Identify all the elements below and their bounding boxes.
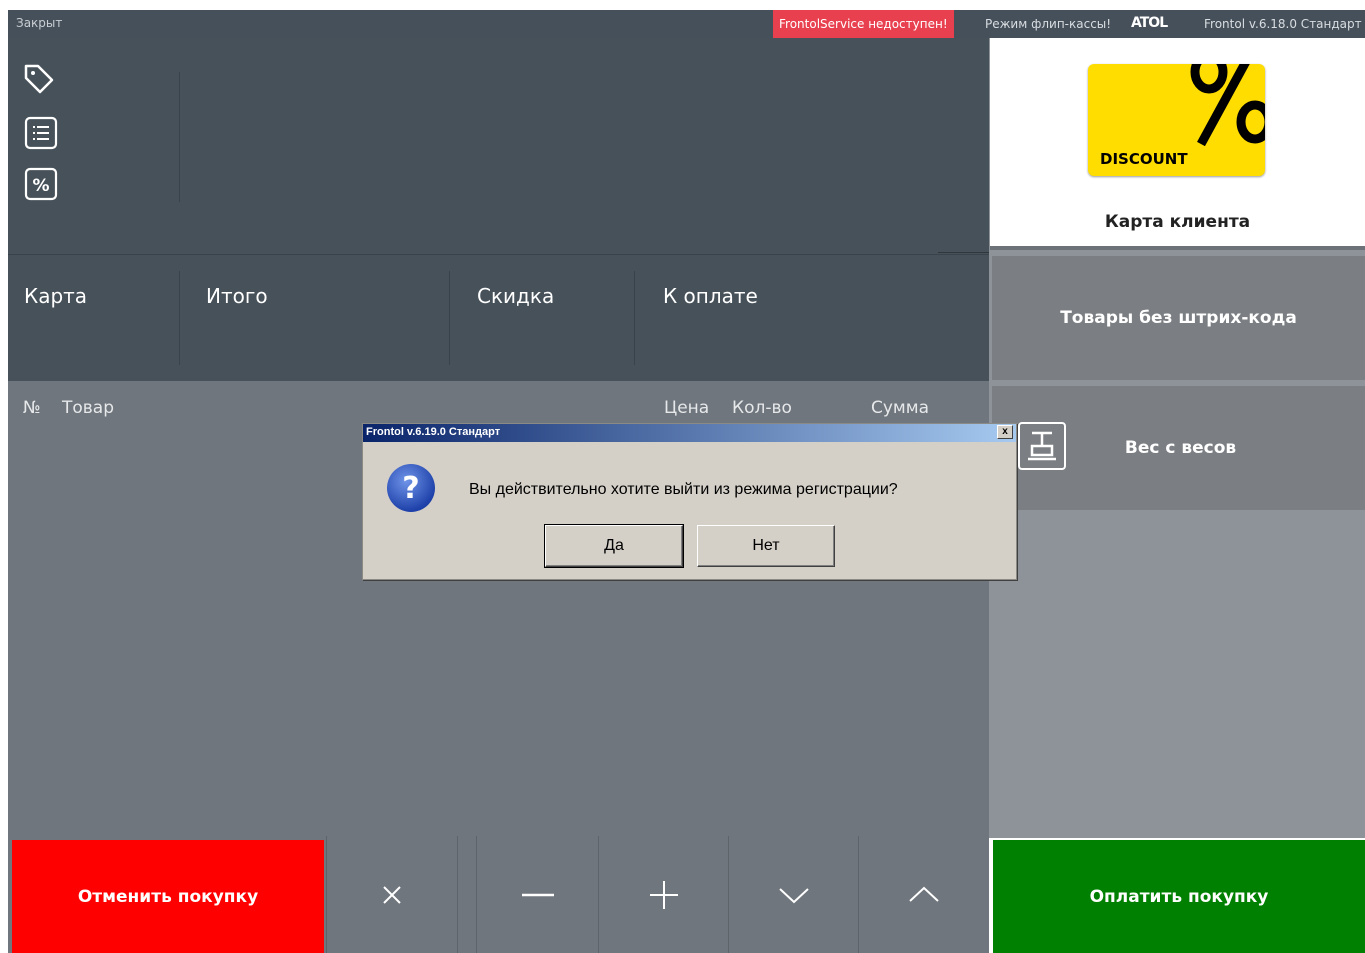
discount-label: Скидка	[477, 284, 555, 308]
app-version: Frontol v.6.18.0 Стандарт	[1204, 17, 1362, 31]
no-barcode-items-label: Товары без штрих-кода	[1060, 308, 1297, 328]
minus-icon	[521, 893, 554, 896]
list-icon[interactable]	[24, 116, 58, 150]
yes-button[interactable]: Да	[544, 524, 684, 568]
delete-icon	[383, 885, 401, 904]
column-price: Цена	[664, 398, 710, 418]
cancel-purchase-label: Отменить покупку	[77, 886, 259, 907]
cancel-purchase-button[interactable]: Отменить покупку	[12, 840, 324, 953]
dialog-title: Frontol v.6.19.0 Стандарт	[366, 426, 501, 438]
totals-row: Карта Итого Скидка К оплате	[8, 254, 989, 381]
divider	[938, 252, 989, 253]
column-qty: Кол-во	[732, 398, 792, 418]
top-status-bar: Закрыт FrontolService недоступен! Режим …	[8, 10, 1365, 38]
flip-mode-label: Режим флип-кассы!	[985, 17, 1112, 31]
no-button[interactable]: Нет	[697, 525, 835, 567]
increase-quantity-button[interactable]	[599, 836, 729, 953]
card-label: Карта	[24, 284, 88, 308]
pay-purchase-button[interactable]: Оплатить покупку	[993, 840, 1365, 953]
question-icon: ?	[385, 462, 437, 519]
discount-card-image: DISCOUNT	[1088, 64, 1265, 176]
to-pay-label: К оплате	[663, 284, 758, 308]
client-card-label: Карта клиента	[1104, 212, 1251, 232]
divider	[179, 271, 180, 365]
divider	[449, 271, 450, 365]
dialog-message: Вы действительно хотите выйти из режима …	[469, 481, 898, 498]
close-icon[interactable]: x	[997, 425, 1013, 439]
tag-icon[interactable]	[22, 62, 56, 96]
percent-icon[interactable]: %	[24, 167, 58, 201]
service-warning-badge: FrontolService недоступен!	[773, 10, 954, 38]
divider	[179, 72, 180, 202]
atol-logo: ATOL	[1131, 15, 1168, 31]
decrease-quantity-button[interactable]	[477, 836, 599, 953]
info-panel: %	[8, 38, 989, 254]
scroll-down-button[interactable]	[729, 836, 859, 953]
pay-purchase-label: Оплатить покупку	[1089, 886, 1269, 907]
confirm-exit-dialog: Frontol v.6.19.0 Стандарт x ? Вы действи…	[362, 423, 1017, 580]
column-product: Товар	[62, 398, 115, 418]
svg-text:%: %	[32, 176, 49, 196]
discount-card-text: DISCOUNT	[1100, 150, 1188, 168]
scale-weight-button[interactable]: Вес с весов	[992, 386, 1365, 510]
plus-icon	[649, 880, 678, 909]
chevron-up-icon	[909, 886, 939, 902]
delete-item-button[interactable]	[326, 836, 457, 953]
scroll-up-button[interactable]	[859, 836, 989, 953]
dialog-titlebar[interactable]: Frontol v.6.19.0 Стандарт x	[363, 424, 1016, 442]
total-label: Итого	[206, 284, 268, 308]
no-barcode-items-button[interactable]: Товары без штрих-кода	[992, 256, 1365, 380]
scale-weight-label: Вес с весов	[1124, 438, 1237, 458]
chevron-down-icon	[778, 887, 809, 903]
svg-text:?: ?	[402, 471, 419, 506]
column-number: №	[23, 398, 41, 418]
divider	[634, 271, 635, 365]
toolbar-spacer	[457, 836, 477, 953]
column-sum: Сумма	[871, 398, 929, 418]
shift-status: Закрыт	[16, 16, 63, 30]
